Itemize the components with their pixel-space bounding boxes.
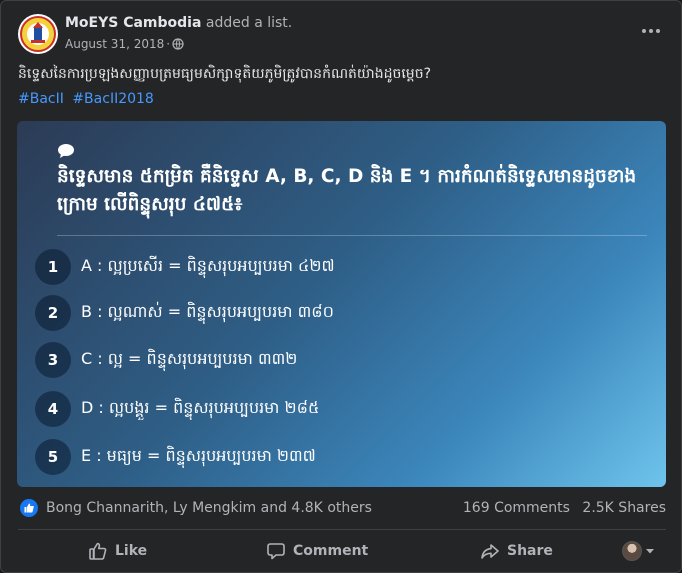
post-action-text: added a list.	[205, 15, 293, 31]
globe-icon[interactable]	[172, 38, 184, 50]
quiz-option[interactable]: 3 C : ល្អ = ពិន្ទុសរុបអប្បបរមា ៣៣២	[35, 342, 297, 378]
option-text: E : មធ្យម = ពិន្ទុសរុបអប្បបរមា ២៣៧	[81, 446, 316, 465]
option-text: D : ល្អបង្គួរ = ពិន្ទុសរុបអប្បបរមា ២៨៥	[81, 398, 320, 417]
post-meta: August 31, 2018 ·	[65, 37, 184, 51]
thumbs-up-icon	[24, 503, 34, 513]
option-text: C : ល្អ = ពិន្ទុសរុបអប្បបរមា ៣៣២	[81, 349, 298, 368]
more-options-button[interactable]	[637, 19, 665, 43]
quiz-option[interactable]: 1 A : ល្អប្រសើរ = ពិន្ទុសរុបអប្បបរមា ៤២៧	[35, 249, 335, 285]
post-date[interactable]: August 31, 2018	[65, 37, 164, 51]
option-number: 4	[35, 391, 71, 427]
reactors-summary[interactable]: Bong Channarith, Ly Mengkim and 4.8K oth…	[46, 500, 372, 516]
reaction-badge[interactable]	[20, 499, 38, 517]
quiz-divider	[57, 235, 647, 236]
more-options-icon	[642, 29, 660, 33]
option-number: 2	[35, 295, 71, 331]
quiz-title: និទ្ទេសមាន ៥កម្រិត គឺនិទ្ទេស A, B, C, D …	[57, 166, 637, 215]
option-text: B : ល្អណាស់ = ពិន្ទុសរុបអប្បបរមា ៣៨០	[81, 302, 334, 321]
quiz-card[interactable]: និទ្ទេសមាន ៥កម្រិត គឺនិទ្ទេស A, B, C, D …	[17, 121, 666, 487]
user-avatar	[622, 541, 642, 561]
comment-icon	[267, 543, 285, 560]
actions-divider	[18, 529, 666, 530]
page-avatar[interactable]	[18, 14, 58, 54]
like-label: Like	[115, 543, 148, 559]
comment-button[interactable]: Comment	[267, 537, 368, 565]
speech-bubble-icon	[58, 144, 74, 158]
share-button[interactable]: Share	[481, 537, 553, 565]
share-icon	[481, 544, 499, 559]
hashtag-bacii2018[interactable]: #BacII2018	[72, 91, 154, 107]
comment-label: Comment	[293, 543, 369, 559]
page-name[interactable]: MoEYS Cambodia	[65, 15, 201, 31]
share-label: Share	[507, 543, 553, 559]
quiz-option[interactable]: 4 D : ល្អបង្គួរ = ពិន្ទុសរុបអប្បបរមា ២៨៥	[35, 391, 319, 427]
like-icon	[89, 542, 107, 560]
chevron-down-icon	[646, 549, 654, 554]
comments-count[interactable]: 169 Comments	[463, 500, 570, 516]
post-stats: Bong Channarith, Ly Mengkim and 4.8K oth…	[18, 497, 666, 521]
quiz-option[interactable]: 5 E : មធ្យម = ពិន្ទុសរុបអប្បបរមា ២៣៧	[35, 439, 316, 475]
post-header: MoEYS Cambodia added a list.	[65, 15, 292, 31]
like-button[interactable]: Like	[89, 537, 147, 565]
meta-separator: ·	[166, 37, 171, 51]
option-number: 5	[35, 439, 71, 475]
option-number: 1	[35, 249, 71, 285]
hashtag-bacii[interactable]: #BacII	[18, 91, 64, 107]
account-switcher[interactable]	[622, 540, 655, 562]
post-card: MoEYS Cambodia added a list. August 31, …	[0, 0, 682, 573]
shares-count[interactable]: 2.5K Shares	[582, 500, 666, 516]
moeys-logo-icon	[20, 16, 56, 52]
post-text: និទ្ទេសនៃការប្រឡងសញ្ញាបត្រមធ្យមសិក្សាទុត…	[18, 66, 432, 82]
option-number: 3	[35, 342, 71, 378]
engagement-counts: 169 Comments 2.5K Shares	[463, 500, 666, 516]
option-text: A : ល្អប្រសើរ = ពិន្ទុសរុបអប្បបរមា ៤២៧	[81, 256, 335, 275]
hashtag-list: #BacII #BacII2018	[18, 91, 158, 107]
quiz-option[interactable]: 2 B : ល្អណាស់ = ពិន្ទុសរុបអប្បបរមា ៣៨០	[35, 295, 334, 331]
